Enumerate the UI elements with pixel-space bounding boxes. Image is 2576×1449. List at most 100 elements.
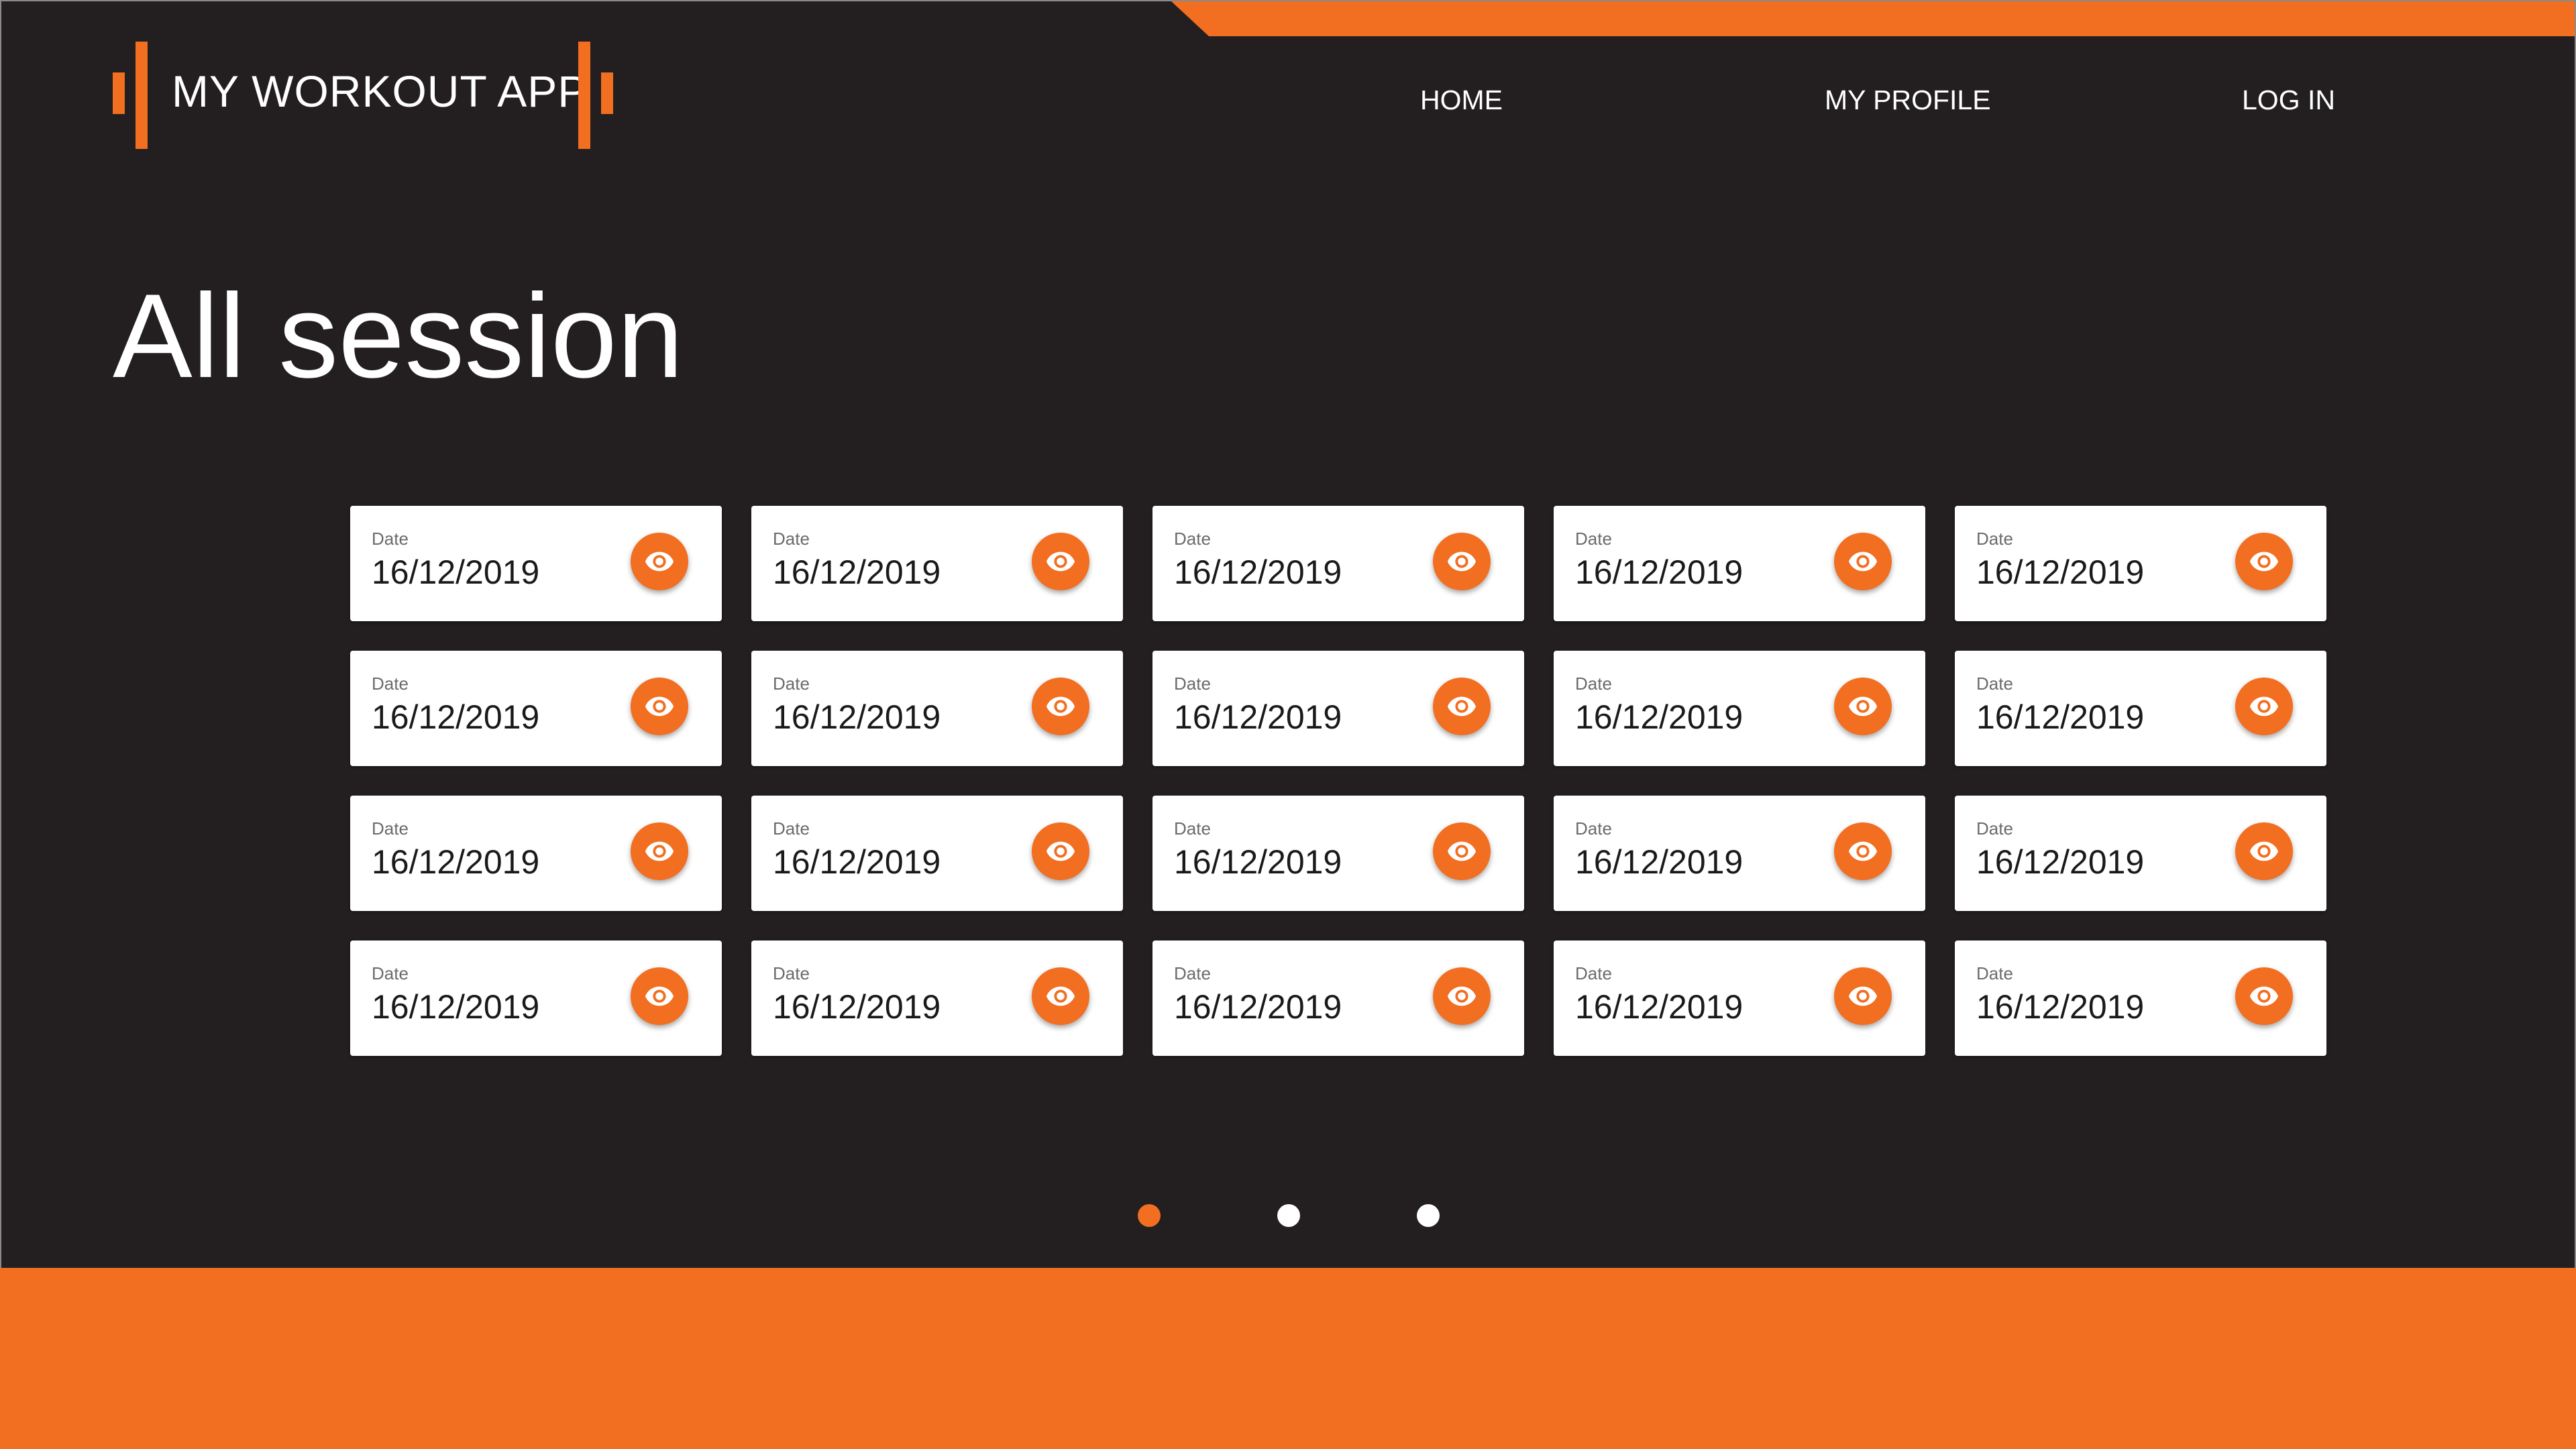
view-session-button[interactable] xyxy=(1834,822,1892,880)
pagination-dot-1-active[interactable] xyxy=(1138,1204,1161,1227)
view-session-button[interactable] xyxy=(1834,967,1892,1025)
session-card[interactable]: Date 16/12/2019 xyxy=(1554,796,1925,911)
eye-icon xyxy=(1847,691,1878,722)
eye-icon xyxy=(1045,836,1076,867)
session-card[interactable]: Date 16/12/2019 xyxy=(751,506,1123,621)
eye-icon-svg xyxy=(2249,551,2279,572)
eye-icon xyxy=(2249,981,2279,1012)
eye-icon xyxy=(1045,546,1076,577)
logo-bar-right-tall xyxy=(578,42,590,149)
eye-icon-svg xyxy=(645,696,674,716)
session-card[interactable]: Date 16/12/2019 xyxy=(1152,506,1524,621)
view-session-button[interactable] xyxy=(2235,967,2293,1025)
session-card[interactable]: Date 16/12/2019 xyxy=(1152,796,1524,911)
session-date-label: Date xyxy=(1575,674,1612,694)
logo-bar-left-tall xyxy=(136,42,148,149)
view-session-button[interactable] xyxy=(2235,533,2293,590)
eye-icon xyxy=(644,546,675,577)
view-session-button[interactable] xyxy=(631,533,688,590)
session-card[interactable]: Date 16/12/2019 xyxy=(1152,941,1524,1056)
pagination-dot-2[interactable] xyxy=(1277,1204,1300,1227)
session-date-label: Date xyxy=(773,818,810,839)
session-card[interactable]: Date 16/12/2019 xyxy=(1955,796,2326,911)
session-date-label: Date xyxy=(773,963,810,983)
eye-icon xyxy=(1446,691,1477,722)
eye-icon xyxy=(1045,691,1076,722)
session-date-value: 16/12/2019 xyxy=(1976,843,2145,881)
session-card[interactable]: Date 16/12/2019 xyxy=(751,941,1123,1056)
session-date-value: 16/12/2019 xyxy=(1976,988,2145,1026)
session-card[interactable]: Date 16/12/2019 xyxy=(350,796,722,911)
app-logo[interactable]: MY WORKOUT APP xyxy=(110,39,620,153)
session-card[interactable]: Date 16/12/2019 xyxy=(1554,941,1925,1056)
session-date-label: Date xyxy=(1174,963,1211,983)
eye-icon xyxy=(2249,836,2279,867)
view-session-button[interactable] xyxy=(1433,678,1491,735)
view-session-button[interactable] xyxy=(2235,678,2293,735)
session-date-value: 16/12/2019 xyxy=(372,988,540,1026)
session-date-label: Date xyxy=(372,529,409,549)
page-title: All session xyxy=(113,269,684,402)
session-card[interactable]: Date 16/12/2019 xyxy=(350,506,722,621)
session-date-value: 16/12/2019 xyxy=(1575,843,1743,881)
session-date-value: 16/12/2019 xyxy=(1575,553,1743,591)
view-session-button[interactable] xyxy=(1834,678,1892,735)
session-date-label: Date xyxy=(1976,674,2013,694)
eye-icon-svg xyxy=(1447,551,1477,572)
eye-icon-svg xyxy=(1046,696,1075,716)
logo-bar-right-short xyxy=(601,72,613,114)
view-session-button[interactable] xyxy=(1433,533,1491,590)
eye-icon xyxy=(644,691,675,722)
eye-icon xyxy=(644,836,675,867)
eye-icon-svg xyxy=(1447,696,1477,716)
session-date-value: 16/12/2019 xyxy=(372,843,540,881)
view-session-button[interactable] xyxy=(631,967,688,1025)
eye-icon-svg xyxy=(1046,551,1075,572)
view-session-button[interactable] xyxy=(1433,822,1491,880)
view-session-button[interactable] xyxy=(1032,678,1089,735)
eye-icon-svg xyxy=(1447,986,1477,1006)
eye-icon xyxy=(2249,691,2279,722)
view-session-button[interactable] xyxy=(1032,967,1089,1025)
session-date-label: Date xyxy=(1174,674,1211,694)
session-card[interactable]: Date 16/12/2019 xyxy=(1955,506,2326,621)
eye-icon-svg xyxy=(1848,696,1878,716)
view-session-button[interactable] xyxy=(1834,533,1892,590)
session-card[interactable]: Date 16/12/2019 xyxy=(1955,941,2326,1056)
nav-home-link[interactable]: HOME xyxy=(1420,85,1503,116)
session-card[interactable]: Date 16/12/2019 xyxy=(350,651,722,766)
eye-icon xyxy=(1045,981,1076,1012)
session-date-value: 16/12/2019 xyxy=(1575,698,1743,736)
session-card[interactable]: Date 16/12/2019 xyxy=(751,796,1123,911)
session-card[interactable]: Date 16/12/2019 xyxy=(350,941,722,1056)
view-session-button[interactable] xyxy=(631,822,688,880)
session-card[interactable]: Date 16/12/2019 xyxy=(1554,651,1925,766)
session-date-value: 16/12/2019 xyxy=(773,553,941,591)
eye-icon-svg xyxy=(2249,696,2279,716)
nav-my-profile-link[interactable]: MY PROFILE xyxy=(1825,85,1991,116)
session-date-value: 16/12/2019 xyxy=(1174,843,1342,881)
session-date-value: 16/12/2019 xyxy=(1174,553,1342,591)
eye-icon-svg xyxy=(1848,986,1878,1006)
session-date-value: 16/12/2019 xyxy=(1174,698,1342,736)
session-card[interactable]: Date 16/12/2019 xyxy=(1955,651,2326,766)
session-card[interactable]: Date 16/12/2019 xyxy=(1152,651,1524,766)
session-date-value: 16/12/2019 xyxy=(1575,988,1743,1026)
session-date-label: Date xyxy=(372,674,409,694)
logo-bar-left-short xyxy=(113,72,125,114)
session-date-value: 16/12/2019 xyxy=(1174,988,1342,1026)
pagination-dot-3[interactable] xyxy=(1417,1204,1440,1227)
eye-icon-svg xyxy=(1447,841,1477,861)
session-date-label: Date xyxy=(773,674,810,694)
view-session-button[interactable] xyxy=(1433,967,1491,1025)
nav-log-in-link[interactable]: LOG IN xyxy=(2242,85,2335,116)
session-date-value: 16/12/2019 xyxy=(773,988,941,1026)
view-session-button[interactable] xyxy=(1032,822,1089,880)
view-session-button[interactable] xyxy=(631,678,688,735)
session-card[interactable]: Date 16/12/2019 xyxy=(751,651,1123,766)
eye-icon xyxy=(1446,546,1477,577)
eye-icon xyxy=(2249,546,2279,577)
view-session-button[interactable] xyxy=(2235,822,2293,880)
session-card[interactable]: Date 16/12/2019 xyxy=(1554,506,1925,621)
view-session-button[interactable] xyxy=(1032,533,1089,590)
